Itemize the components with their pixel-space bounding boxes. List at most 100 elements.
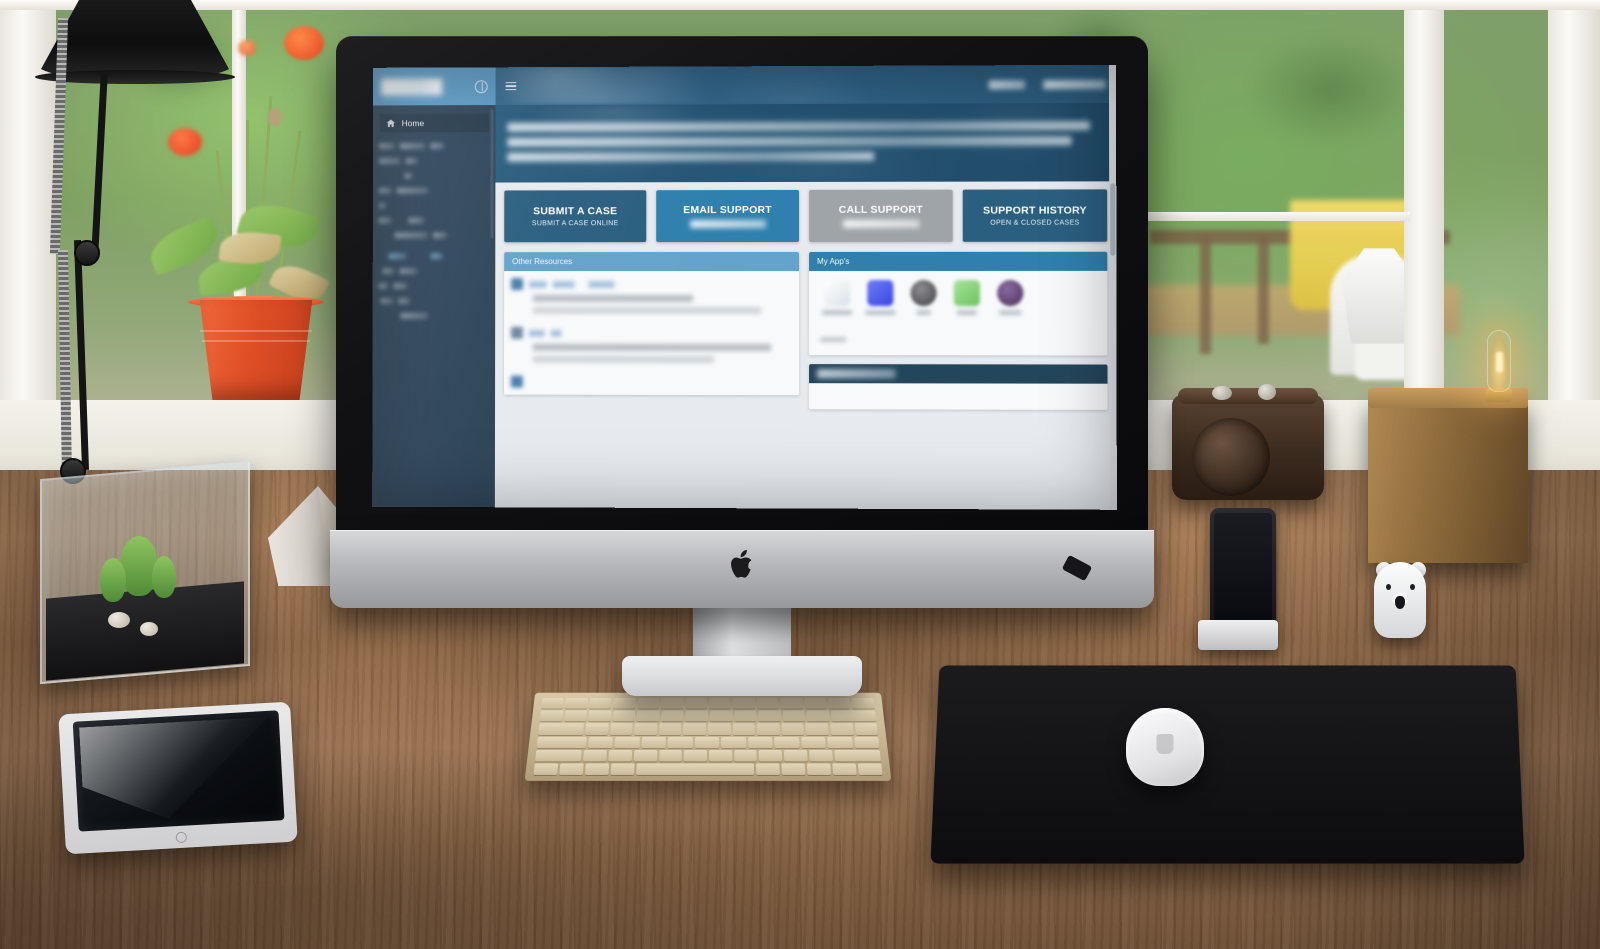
balcony-post [1258, 236, 1269, 344]
keyboard-key [804, 698, 827, 709]
app-icon [954, 280, 980, 306]
mouse-brand-logo [1157, 734, 1174, 754]
bulb-filament [1496, 352, 1503, 372]
app-tile[interactable] [863, 280, 897, 315]
resource-title-redacted [529, 329, 545, 336]
keyboard-key [583, 750, 607, 762]
tablet-home-button [176, 832, 188, 844]
keyboard-key [613, 698, 636, 709]
email-support-title: EMAIL SUPPORT [683, 204, 772, 216]
topbar-right-group [989, 79, 1106, 88]
resource-meta-redacted [551, 329, 562, 336]
app-tile[interactable] [950, 280, 984, 315]
apple-logo-icon [727, 548, 757, 582]
bear-eye-right [1410, 584, 1415, 590]
keyboard-key [757, 723, 780, 734]
call-support-tile[interactable]: CALL SUPPORT [809, 190, 953, 242]
resource-line-redacted [533, 356, 714, 363]
sidebar-item-home-label: Home [402, 118, 424, 128]
succulent-plant [100, 558, 126, 602]
list-item-body [533, 295, 792, 314]
hero-text-line [507, 121, 1090, 132]
topbar-menu-links-redacted[interactable] [1043, 79, 1106, 88]
keyboard-key-ctrl [559, 763, 584, 775]
keyboard-key [734, 711, 757, 722]
support-history-tile[interactable]: SUPPORT HISTORY OPEN & CLOSED CASES [963, 189, 1108, 241]
keyboard-key-cmd [610, 763, 634, 775]
keyboard-key [585, 723, 608, 734]
my-apps-icon-row [816, 277, 1100, 315]
keyboard-key-arrow-left [807, 763, 831, 775]
third-panel-title-redacted [817, 369, 895, 378]
keyboard-row [538, 723, 878, 734]
list-item [379, 283, 490, 289]
app-main: SUBMIT A CASE SUBMIT A CASE ONLINE EMAIL… [495, 65, 1117, 510]
support-history-subtitle: OPEN & CLOSED CASES [990, 220, 1079, 227]
keyboard-key [684, 750, 707, 762]
submit-a-case-tile[interactable]: SUBMIT A CASE SUBMIT A CASE ONLINE [504, 190, 646, 242]
list-item[interactable] [511, 376, 792, 388]
camera-shutter-button [1258, 384, 1276, 400]
keyboard-key [854, 736, 880, 747]
keyboard-key-shift [535, 750, 582, 762]
list-item-body [533, 344, 792, 363]
my-apps-panel-header: My App's [809, 252, 1107, 271]
keyboard-key [686, 711, 708, 722]
page-scrollbar-track[interactable] [1109, 65, 1117, 510]
home-icon [386, 118, 396, 128]
bear-eye-left [1386, 584, 1391, 590]
app-label-redacted [999, 310, 1021, 315]
keyboard-key [564, 711, 587, 722]
support-portal-app: Home SUBMIT A CASE SUBMIT A CASE ONLINE … [372, 65, 1117, 510]
wood-block-lamp-base [1368, 398, 1528, 563]
list-item-header [511, 278, 792, 290]
keyboard-key [806, 723, 829, 734]
app-content: SUBMIT A CASE SUBMIT A CASE ONLINE EMAIL… [495, 181, 1117, 509]
keyboard-key-opt [585, 763, 609, 775]
list-item [379, 217, 490, 223]
list-item [379, 158, 490, 164]
keyboard-key-space [636, 763, 754, 775]
email-support-tile[interactable]: EMAIL SUPPORT [656, 190, 799, 242]
sidebar-scrollbar[interactable] [490, 109, 493, 238]
app-tile[interactable] [993, 280, 1027, 315]
app-tile[interactable] [906, 280, 940, 315]
keyboard-key [748, 736, 773, 747]
keyboard-key-tab [538, 723, 584, 734]
app-icon [997, 280, 1023, 306]
app-tile[interactable] [820, 280, 854, 315]
sidebar-item-home[interactable]: Home [379, 113, 490, 133]
page-scrollbar-thumb[interactable] [1110, 183, 1115, 255]
keyboard-key [659, 723, 682, 734]
quick-action-tiles: SUBMIT A CASE SUBMIT A CASE ONLINE EMAIL… [504, 189, 1107, 242]
company-logo [381, 78, 442, 95]
sidebar-nav: Home [373, 105, 495, 133]
keyboard-key [659, 750, 682, 762]
flower-bloom [168, 128, 202, 156]
vintage-camera-top-plate [1178, 388, 1318, 404]
keyboard-key [709, 750, 732, 762]
topbar-user-name-redacted[interactable] [989, 80, 1025, 89]
keyboard-row [533, 763, 882, 775]
keyboard-key [783, 711, 806, 722]
app-icon [910, 280, 936, 306]
hamburger-menu-icon[interactable] [505, 80, 516, 93]
list-item[interactable] [511, 327, 792, 363]
keyboard-key [780, 698, 803, 709]
list-item [379, 232, 490, 238]
keyboard-key [852, 698, 875, 709]
sidebar-collapse-toggle-icon[interactable] [475, 80, 488, 93]
list-item [379, 268, 490, 274]
keyboard-key [710, 711, 732, 722]
flower-bloom [238, 40, 256, 56]
list-item[interactable] [511, 278, 792, 314]
resource-line-redacted [533, 344, 771, 351]
imac-screen: Home SUBMIT A CASE SUBMIT A CASE ONLINE … [372, 65, 1117, 510]
keyboard-key [758, 711, 781, 722]
keyboard [525, 693, 892, 781]
keyboard-key [615, 736, 640, 747]
my-apps-panel-body [809, 271, 1107, 356]
camera-dial [1212, 386, 1232, 400]
list-item [379, 173, 490, 179]
list-item-header [511, 327, 792, 339]
